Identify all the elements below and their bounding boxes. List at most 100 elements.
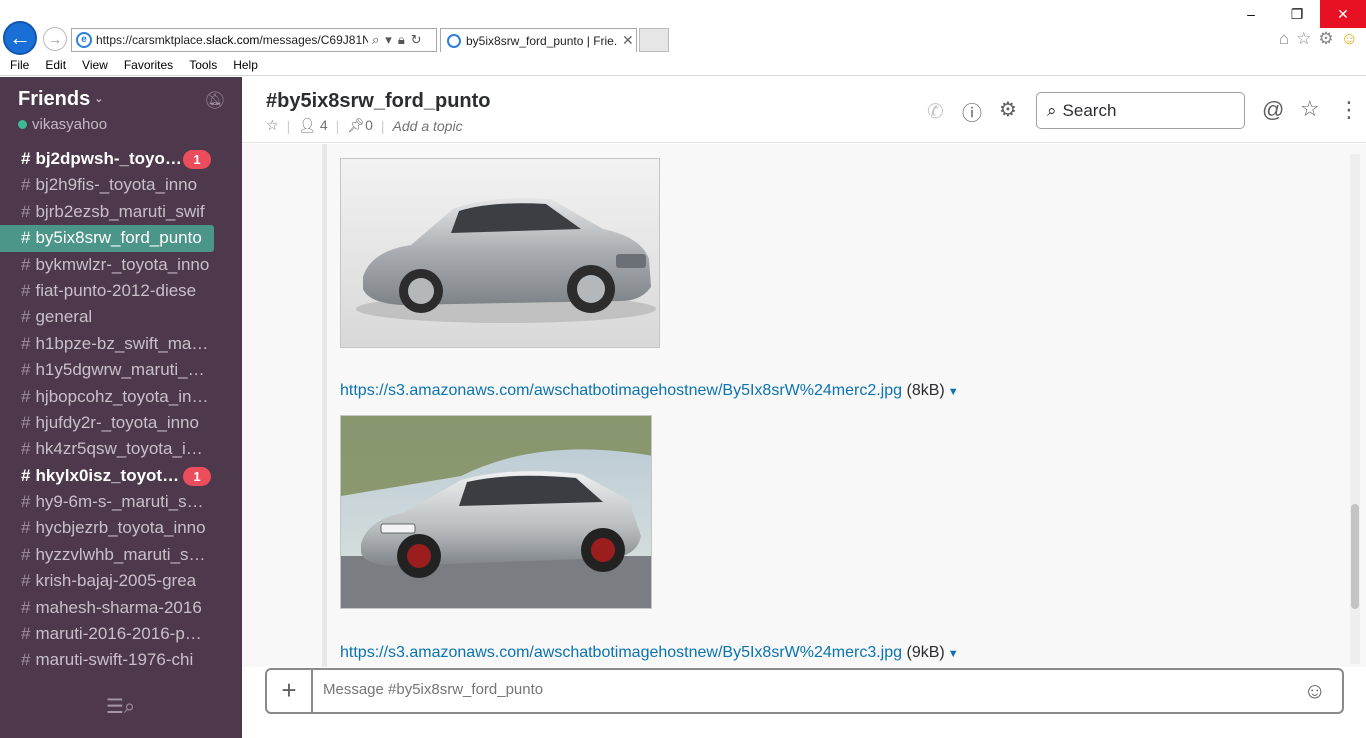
sidebar-channel-item[interactable]: # hyzzvlwhb_maruti_swift — [0, 542, 214, 568]
url-text[interactable]: https://carsmktplace.slack.com/messages/… — [96, 33, 368, 47]
sidebar-channel-item[interactable]: # bjrb2ezsb_maruti_swif — [0, 199, 214, 225]
channel-name: hycbjezrb_toyota_inno — [35, 518, 206, 538]
sidebar-channel-item[interactable]: # hy9-6m-s-_maruti_swift — [0, 489, 214, 515]
current-user[interactable]: vikasyahoo — [18, 116, 107, 133]
sidebar-channel-item[interactable]: # maruti-2016-2016-petrol — [0, 621, 214, 647]
restore-button[interactable]: ❐ — [1274, 0, 1320, 28]
message-input[interactable] — [323, 681, 1223, 698]
new-tab-button[interactable] — [639, 28, 669, 52]
channel-name: by5ix8srw_ford_punto — [35, 228, 202, 248]
tab-title: by5ix8srw_ford_punto | Frie... — [466, 33, 618, 48]
sidebar-channel-item[interactable]: # hjbopcohz_toyota_inno — [0, 384, 214, 410]
channel-name: maruti-swift-1976-chi — [35, 650, 194, 670]
car-image-2[interactable] — [340, 415, 652, 609]
unread-badge: 1 — [183, 150, 211, 169]
sidebar-channel-item[interactable]: # hycbjezrb_toyota_inno — [0, 515, 214, 541]
settings-gear-icon[interactable]: ⚙ — [999, 97, 1017, 122]
lock-icon[interactable]: 🔒︎ — [398, 32, 405, 48]
favorites-star-icon[interactable]: ☆ — [1296, 29, 1311, 49]
add-topic-link[interactable]: Add a topic — [393, 118, 463, 134]
team-menu[interactable]: Friends ⌄ — [18, 88, 103, 111]
address-bar[interactable]: e https://carsmktplace.slack.com/message… — [71, 28, 437, 52]
caret-down-icon[interactable]: ▼ — [948, 386, 959, 398]
hash-icon: # — [21, 175, 31, 195]
hash-icon: # — [21, 201, 31, 221]
tab-close-icon[interactable]: ✕ — [622, 32, 634, 49]
partial-link[interactable] — [340, 144, 940, 148]
sidebar-channel-item[interactable]: #bj2dpwsh-_toyota_inno1 — [0, 146, 214, 172]
star-icon[interactable]: ☆ — [266, 117, 279, 134]
feedback-smiley-icon[interactable]: ☺ — [1341, 29, 1358, 49]
minimize-button[interactable]: – — [1228, 0, 1274, 28]
search-box[interactable]: ⌕ Search — [1036, 92, 1245, 129]
channel-header: #by5ix8srw_ford_punto ☆ | 👤︎ 4 | 📌︎0 | A… — [242, 77, 1366, 143]
person-icon: 👤︎ — [298, 117, 316, 133]
emoji-icon[interactable]: ☺ — [1304, 678, 1326, 704]
sidebar-channel-item[interactable]: # maruti-swift-1976-chi — [0, 647, 214, 673]
channel-name: bj2h9fis-_toyota_inno — [35, 175, 198, 195]
sidebar-channel-item[interactable]: # by5ix8srw_ford_punto — [0, 225, 214, 252]
add-attachment-button[interactable]: + — [267, 670, 313, 712]
channel-name: h1y5dgwrw_maruti_swift — [35, 360, 210, 380]
notification-bell-icon[interactable]: 🔕︎ — [204, 91, 226, 111]
sidebar-channel-item[interactable]: # mahesh-sharma-2016 — [0, 595, 214, 621]
hash-icon: # — [21, 228, 31, 248]
menu-favorites[interactable]: Favorites — [124, 56, 173, 75]
message-scrollbar[interactable] — [1350, 154, 1360, 664]
menu-tools[interactable]: Tools — [189, 56, 217, 75]
forward-button[interactable]: → — [43, 27, 67, 51]
channel-name: hk4zr5qsw_toyota_inno — [35, 439, 210, 459]
channel-name: hyzzvlwhb_maruti_swift — [35, 544, 210, 564]
hash-icon: # — [21, 149, 31, 168]
phone-icon[interactable]: ✆ — [927, 99, 944, 124]
attachment-link-2[interactable]: https://s3.amazonaws.com/awschatbotimage… — [340, 644, 959, 662]
menu-view[interactable]: View — [82, 56, 108, 75]
channel-name: mahesh-sharma-2016 — [35, 597, 202, 617]
pin-count[interactable]: 📌︎0 — [347, 117, 373, 134]
sidebar-channel-item[interactable]: # hjufdy2r-_toyota_inno — [0, 410, 214, 436]
back-button[interactable]: ← — [3, 21, 37, 55]
member-count[interactable]: 👤︎ 4 — [298, 117, 327, 134]
quick-switcher-icon[interactable]: ☰⌕ — [106, 694, 135, 719]
starred-items-icon[interactable]: ☆ — [1300, 96, 1320, 122]
menu-help[interactable]: Help — [233, 56, 258, 75]
more-menu-icon[interactable]: ⋮ — [1338, 97, 1360, 123]
browser-titlebar: ← → e https://carsmktplace.slack.com/mes… — [0, 0, 1366, 56]
mentions-icon[interactable]: @ — [1262, 97, 1284, 123]
sidebar-channel-item[interactable]: # fiat-punto-2012-diese — [0, 278, 214, 304]
info-icon[interactable]: ⓘ — [962, 97, 982, 126]
attachment-link-1[interactable]: https://s3.amazonaws.com/awschatbotimage… — [340, 382, 959, 400]
search-icon: ⌕ — [1047, 100, 1057, 120]
sidebar-channel-item[interactable]: # krish-bajaj-2005-grea — [0, 568, 214, 594]
home-icon[interactable]: ⌂ — [1279, 29, 1289, 49]
hash-icon: # — [21, 280, 31, 300]
channel-name: hy9-6m-s-_maruti_swift — [35, 492, 210, 512]
dropdown-icon[interactable]: ▾ — [385, 32, 392, 48]
wagon-photo — [341, 416, 651, 608]
menu-edit[interactable]: Edit — [45, 56, 66, 75]
sidebar-channel-item[interactable]: # general — [0, 304, 214, 330]
hash-icon: # — [21, 412, 31, 432]
browser-tab[interactable]: by5ix8srw_ford_punto | Frie... ✕ — [440, 28, 637, 52]
sidebar-channel-item[interactable]: # h1bpze-bz_swift_maruti — [0, 331, 214, 357]
image-url-link-1[interactable]: https://s3.amazonaws.com/awschatbotimage… — [340, 382, 902, 399]
hash-icon: # — [21, 333, 31, 353]
menu-file[interactable]: File — [10, 56, 29, 75]
channel-title[interactable]: #by5ix8srw_ford_punto — [266, 90, 491, 113]
sidebar-channel-item[interactable]: # h1y5dgwrw_maruti_swift — [0, 357, 214, 383]
sidebar-channel-item[interactable]: # bykmwlzr-_toyota_inno — [0, 252, 214, 278]
close-window-button[interactable]: ✕ — [1320, 0, 1366, 28]
search-icon[interactable]: ⌕ — [372, 32, 379, 48]
scrollbar-thumb[interactable] — [1351, 504, 1359, 609]
message-composer: + ☺ — [265, 668, 1344, 714]
chevron-down-icon: ⌄ — [94, 93, 104, 105]
refresh-icon[interactable]: ↻ — [411, 32, 422, 48]
tools-gear-icon[interactable]: ⚙ — [1318, 29, 1333, 49]
image-url-link-2[interactable]: https://s3.amazonaws.com/awschatbotimage… — [340, 644, 902, 661]
sidebar-channel-item[interactable]: #hkylx0isz_toyota_inno1 — [0, 463, 214, 489]
sidebar-channel-item[interactable]: # bj2h9fis-_toyota_inno — [0, 172, 214, 198]
caret-down-icon[interactable]: ▼ — [948, 648, 959, 660]
sidebar-channel-item[interactable]: # hk4zr5qsw_toyota_inno — [0, 436, 214, 462]
car-image-1[interactable] — [340, 158, 660, 348]
hash-icon: # — [21, 544, 31, 564]
